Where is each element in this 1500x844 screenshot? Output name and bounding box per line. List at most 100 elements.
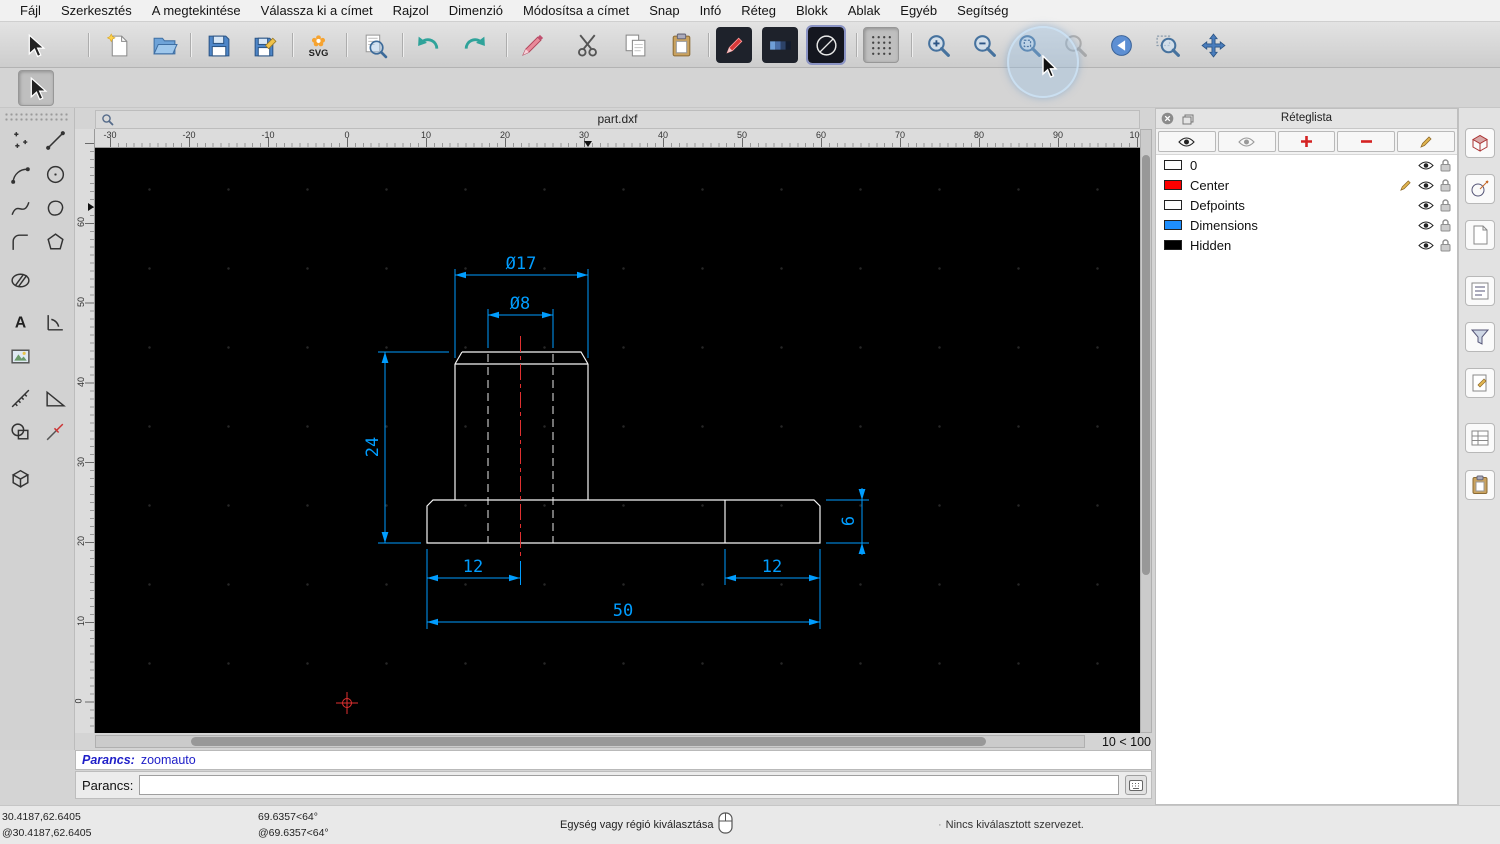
layer-visibility-toggle[interactable] <box>1418 240 1434 251</box>
layer-color-swatch[interactable] <box>1164 200 1182 210</box>
menu-item-13[interactable]: Segítség <box>947 3 1018 18</box>
add-layer-button[interactable] <box>1277 131 1336 152</box>
line-type-attributes-button[interactable] <box>806 25 846 65</box>
circle-tool-button[interactable] <box>39 158 72 191</box>
polyline-tool-button[interactable] <box>39 192 72 225</box>
zoom-in-button[interactable] <box>920 27 956 63</box>
delete-entities-button[interactable] <box>514 27 550 63</box>
measure-distance-button[interactable] <box>4 382 37 415</box>
redo-button[interactable] <box>456 27 492 63</box>
menu-item-1[interactable]: Szerkesztés <box>51 3 142 18</box>
layer-row-defpoints[interactable]: Defpoints <box>1156 195 1457 215</box>
zoom-previous-view-button[interactable] <box>1103 27 1139 63</box>
polygon-tool-button[interactable] <box>39 226 72 259</box>
open-document-button[interactable] <box>146 27 182 63</box>
dock-edit-sheet-button[interactable] <box>1465 368 1495 398</box>
snap-tool-button[interactable] <box>39 416 72 449</box>
save-button[interactable] <box>200 27 236 63</box>
dock-filter-button[interactable] <box>1465 322 1495 352</box>
layer-panel-header[interactable]: Réteglista <box>1156 109 1457 129</box>
save-as-button[interactable] <box>246 27 282 63</box>
fillet-tool-button[interactable] <box>4 226 37 259</box>
show-all-layers-button[interactable] <box>1158 131 1216 152</box>
command-options-button[interactable] <box>1125 775 1147 795</box>
menu-item-11[interactable]: Ablak <box>838 3 891 18</box>
menu-item-3[interactable]: Válassza ki a címet <box>251 3 383 18</box>
layer-lock-toggle[interactable] <box>1440 178 1451 192</box>
vertical-ruler[interactable]: 60 50 40 30 20 10 0 <box>75 129 95 733</box>
hide-all-layers-button[interactable] <box>1217 131 1276 152</box>
layer-color-swatch[interactable] <box>1164 160 1182 170</box>
dock-clipboard-button[interactable] <box>1465 470 1495 500</box>
palette-drag-handle[interactable] <box>4 112 70 122</box>
menu-item-2[interactable]: A megtekintése <box>142 3 251 18</box>
point-tool-button[interactable] <box>4 124 37 157</box>
new-document-button[interactable] <box>100 27 136 63</box>
dimension-lines[interactable] <box>378 269 869 629</box>
menu-item-9[interactable]: Réteg <box>731 3 786 18</box>
line-width-attributes-button[interactable] <box>762 27 798 63</box>
layer-visibility-toggle[interactable] <box>1418 160 1434 171</box>
zoom-auto-button[interactable] <box>1011 27 1047 63</box>
menu-item-7[interactable]: Snap <box>639 3 689 18</box>
layer-lock-toggle[interactable] <box>1440 218 1451 232</box>
zoom-window-button[interactable] <box>1149 27 1185 63</box>
menu-item-6[interactable]: Módosítsa a címet <box>513 3 639 18</box>
layer-row-center[interactable]: Center <box>1156 175 1457 195</box>
zoom-redraw-button[interactable] <box>1057 27 1093 63</box>
horizontal-scrollbar-thumb[interactable] <box>191 737 986 746</box>
pen-attributes-button[interactable] <box>716 27 752 63</box>
insert-image-button[interactable] <box>4 340 37 373</box>
layer-visibility-toggle[interactable] <box>1418 200 1434 211</box>
layer-row-dimensions[interactable]: Dimensions <box>1156 215 1457 235</box>
menu-item-0[interactable]: Fájl <box>10 3 51 18</box>
dimension-tool-button[interactable] <box>39 306 72 339</box>
layer-lock-toggle[interactable] <box>1440 198 1451 212</box>
menu-item-5[interactable]: Dimenzió <box>439 3 513 18</box>
select-pointer-button[interactable] <box>16 27 52 63</box>
active-select-tool-button[interactable] <box>18 70 54 106</box>
solid-3d-tool-button[interactable] <box>4 462 37 495</box>
paste-button[interactable] <box>663 27 699 63</box>
command-input[interactable] <box>139 775 1119 795</box>
close-panel-icon[interactable] <box>1161 112 1174 132</box>
measure-angle-button[interactable] <box>39 382 72 415</box>
part-outline[interactable] <box>426 351 821 544</box>
copy-button[interactable] <box>617 27 653 63</box>
edit-layer-button[interactable] <box>1397 131 1455 152</box>
layer-color-swatch[interactable] <box>1164 220 1182 230</box>
modify-tool-button[interactable] <box>4 416 37 449</box>
layer-row-hidden[interactable]: Hidden <box>1156 235 1457 255</box>
cut-button[interactable] <box>570 27 606 63</box>
zoom-pan-button[interactable] <box>1195 27 1231 63</box>
dock-draft-button[interactable] <box>1465 174 1495 204</box>
drawing-canvas[interactable]: Ø17 Ø8 24 6 12 12 50 <box>95 148 1140 733</box>
layer-visibility-toggle[interactable] <box>1418 220 1434 231</box>
menu-item-4[interactable]: Rajzol <box>383 3 439 18</box>
layer-visibility-toggle[interactable] <box>1418 180 1434 191</box>
text-tool-button[interactable]: A <box>4 306 37 339</box>
menu-item-8[interactable]: Infó <box>690 3 732 18</box>
vertical-scrollbar-thumb[interactable] <box>1142 155 1150 575</box>
arc-tool-button[interactable] <box>4 158 37 191</box>
dock-sheet-button[interactable] <box>1465 220 1495 250</box>
hatch-tool-button[interactable] <box>4 264 37 297</box>
vertical-scrollbar[interactable] <box>1140 129 1152 733</box>
line-tool-button[interactable] <box>39 124 72 157</box>
document-titlebar[interactable]: part.dxf <box>95 110 1140 129</box>
menu-item-10[interactable]: Blokk <box>786 3 838 18</box>
zoom-out-button[interactable] <box>966 27 1002 63</box>
dock-cube-button[interactable] <box>1465 128 1495 158</box>
horizontal-scrollbar[interactable] <box>95 735 1085 748</box>
layer-color-swatch[interactable] <box>1164 180 1182 190</box>
undo-button[interactable] <box>410 27 446 63</box>
float-panel-icon[interactable] <box>1182 113 1194 132</box>
layer-lock-toggle[interactable] <box>1440 158 1451 172</box>
layer-color-swatch[interactable] <box>1164 240 1182 250</box>
layer-row-0[interactable]: 0 <box>1156 155 1457 175</box>
horizontal-ruler[interactable]: -30 -20 -10 0 10 20 30 40 50 60 70 80 90 100 <box>95 129 1140 148</box>
remove-layer-button[interactable] <box>1337 131 1396 152</box>
dock-list-button[interactable] <box>1465 276 1495 306</box>
dock-table-button[interactable] <box>1465 423 1495 453</box>
export-svg-button[interactable]: SVG <box>300 27 336 63</box>
